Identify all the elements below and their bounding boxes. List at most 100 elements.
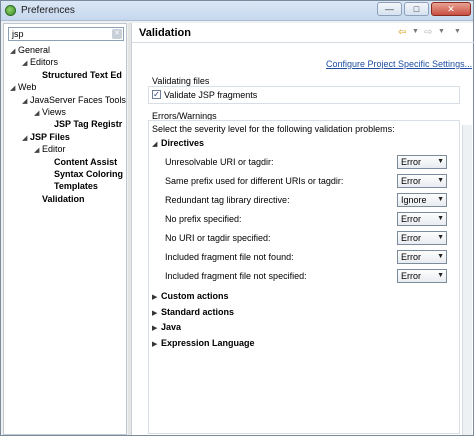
problem-label: Same prefix used for different URIs or t… <box>165 176 344 186</box>
tree-item[interactable]: ◢ JavaServer Faces Tools <box>22 95 126 105</box>
severity-value: Error <box>401 214 421 224</box>
window-title: Preferences <box>21 5 75 16</box>
expanded-twisty-icon[interactable]: ◢ <box>22 134 30 142</box>
severity-dropdown[interactable]: Error ▼ <box>397 250 447 264</box>
severity-dropdown[interactable]: Ignore ▼ <box>397 193 447 207</box>
clear-filter-icon[interactable]: ✕ <box>112 29 122 39</box>
tree-item[interactable]: Syntax Coloring <box>46 169 123 179</box>
forward-menu-chevron-icon[interactable]: ▼ <box>438 28 445 35</box>
filter-input[interactable]: jsp ✕ <box>8 27 124 41</box>
problem-label: No URI or tagdir specified: <box>165 233 271 243</box>
severity-value: Error <box>401 157 421 167</box>
tree-item-label: Structured Text Ed <box>42 69 122 80</box>
collapsed-section-toggle[interactable]: ▶ Java <box>152 322 181 332</box>
view-menu-icon[interactable]: ▼ <box>454 28 461 35</box>
back-menu-chevron-icon[interactable]: ▼ <box>412 28 419 35</box>
severity-value: Error <box>401 271 421 281</box>
dropdown-arrow-icon: ▼ <box>437 196 444 203</box>
vertical-scrollbar[interactable] <box>462 125 472 435</box>
tree-item-label: Views <box>42 107 66 117</box>
collapsed-triangle-icon: ▶ <box>152 340 158 348</box>
section-label: Java <box>161 322 182 332</box>
validate-jsp-fragments-label: Validate JSP fragments <box>164 90 258 100</box>
minimize-button[interactable]: — <box>377 2 402 16</box>
tree-item[interactable]: Templates <box>46 181 98 191</box>
severity-description: Select the severity level for the follow… <box>152 124 395 134</box>
collapsed-triangle-icon: ▶ <box>152 294 158 301</box>
tree-item[interactable]: ◢ Editor <box>34 144 66 154</box>
tree-item[interactable]: ◢ Editors <box>22 57 58 67</box>
expanded-twisty-icon[interactable]: ◢ <box>34 146 42 154</box>
directives-section-label: Directives <box>161 138 205 148</box>
tree-item[interactable]: ◢ General <box>10 45 50 55</box>
problem-label: Redundant tag library directive: <box>165 195 290 205</box>
severity-value: Error <box>401 233 421 243</box>
validate-jsp-fragments-checkbox[interactable]: ✓ <box>152 90 161 99</box>
tree-item[interactable]: Content Assist <box>46 157 117 167</box>
tree-item-label: Editor <box>42 144 66 155</box>
severity-value: Ignore <box>401 195 427 205</box>
back-arrow-icon[interactable]: ⇦ <box>398 27 406 38</box>
collapsed-section-toggle[interactable]: ▶ Custom actions <box>152 291 229 301</box>
dropdown-arrow-icon: ▼ <box>437 215 444 222</box>
preferences-window: Preferences — □ ✕ jsp ✕ ◢ General ◢ Editors… <box>0 0 474 436</box>
page-header: Validation ⇦ ▼ ⇨ ▼ ▼ <box>132 23 474 43</box>
tree-item-label: Web <box>18 82 37 93</box>
severity-dropdown[interactable]: Error ▼ <box>397 174 447 188</box>
expanded-twisty-icon[interactable]: ◢ <box>34 109 42 117</box>
severity-value: Error <box>401 176 421 186</box>
expanded-twisty-icon[interactable]: ◢ <box>10 47 18 55</box>
collapsed-section-toggle[interactable]: ▶ Standard actions <box>152 307 234 317</box>
severity-dropdown[interactable]: Error ▼ <box>397 212 447 226</box>
dropdown-arrow-icon: ▼ <box>437 158 444 165</box>
close-button[interactable]: ✕ <box>431 2 471 16</box>
collapsed-triangle-icon: ▶ <box>152 325 158 332</box>
section-label: Standard actions <box>161 306 235 317</box>
expanded-twisty-icon[interactable]: ◢ <box>22 97 30 105</box>
page-title: Validation <box>139 27 191 39</box>
configure-project-settings-link[interactable]: Configure Project Specific Settings... <box>326 59 472 69</box>
maximize-button[interactable]: □ <box>404 2 429 16</box>
preference-page: Validation ⇦ ▼ ⇨ ▼ ▼ Configure Project S… <box>131 23 474 435</box>
app-icon <box>5 5 16 16</box>
tree-item-label: Content Assist <box>54 156 118 167</box>
severity-dropdown[interactable]: Error ▼ <box>397 269 447 283</box>
problem-label: Included fragment file not specified: <box>165 271 307 281</box>
dropdown-arrow-icon: ▼ <box>437 234 444 241</box>
tree-item[interactable]: ◢ Views <box>34 107 66 117</box>
expanded-triangle-icon: ◢ <box>152 141 158 148</box>
problem-label: Unresolvable URI or tagdir: <box>165 157 274 167</box>
forward-arrow-icon[interactable]: ⇨ <box>424 27 432 38</box>
severity-dropdown[interactable]: Error ▼ <box>397 231 447 245</box>
tree-item-label: JSP Tag Registr <box>54 119 123 130</box>
validating-files-heading: Validating files <box>152 76 210 86</box>
expanded-twisty-icon[interactable]: ◢ <box>22 59 30 67</box>
dropdown-arrow-icon: ▼ <box>437 253 444 260</box>
tree-item-label: JavaServer Faces Tools <box>30 94 126 105</box>
severity-value: Error <box>401 252 421 262</box>
tree-item[interactable]: ◢ JSP Files <box>22 132 70 142</box>
tree-item-label: Validation <box>42 193 85 204</box>
tree-item-label: Editors <box>30 57 59 68</box>
tree-item-label: JSP Files <box>30 131 70 142</box>
section-label: Custom actions <box>161 291 229 301</box>
tree-item[interactable]: Structured Text Ed <box>34 70 122 80</box>
tree-item-label: Syntax Coloring <box>54 169 124 179</box>
tree-item[interactable]: ◢ Web <box>10 82 36 92</box>
title-bar[interactable]: Preferences — □ ✕ <box>1 1 473 21</box>
directives-section-toggle[interactable]: ◢ Directives <box>152 138 204 148</box>
filter-text: jsp <box>12 29 24 39</box>
problem-label: Included fragment file not found: <box>165 252 294 262</box>
section-label: Expression Language <box>161 337 255 348</box>
severity-dropdown[interactable]: Error ▼ <box>397 155 447 169</box>
problem-label: No prefix specified: <box>165 214 242 224</box>
tree-item[interactable]: JSP Tag Registr <box>46 119 122 129</box>
expanded-twisty-icon[interactable]: ◢ <box>10 84 18 92</box>
tree-item-label: General <box>18 45 51 55</box>
preferences-tree-pane: jsp ✕ ◢ General ◢ Editors Structured Text Ed… <box>3 23 127 435</box>
collapsed-triangle-icon: ▶ <box>152 309 158 317</box>
collapsed-section-toggle[interactable]: ▶ Expression Language <box>152 338 255 348</box>
dropdown-arrow-icon: ▼ <box>437 272 444 279</box>
dropdown-arrow-icon: ▼ <box>437 177 444 184</box>
tree-item[interactable]: Validation <box>34 194 85 204</box>
